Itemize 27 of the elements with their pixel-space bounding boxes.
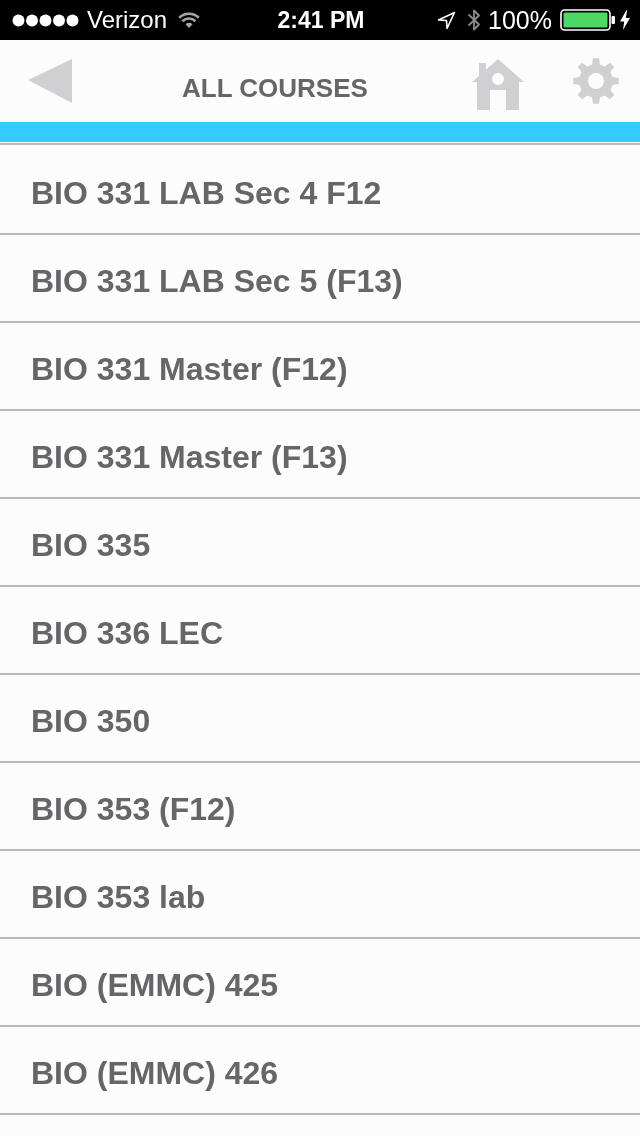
course-item[interactable]: BIO 331 Master (F12) [0, 323, 640, 411]
course-item[interactable]: BIO (EMMC) 426 [0, 1027, 640, 1115]
course-item[interactable]: BIO 331 Master (F13) [0, 411, 640, 499]
settings-button[interactable] [573, 58, 619, 104]
wifi-icon [178, 12, 201, 28]
page-title: ALL COURSES [182, 75, 368, 101]
course-item[interactable]: BIO 353 (F12) [0, 763, 640, 851]
settings-icon [573, 58, 619, 104]
course-item[interactable]: BIO 336 LEC [0, 587, 640, 675]
course-item[interactable]: BIO 335 [0, 499, 640, 587]
course-item[interactable]: BIO 331 LAB Sec 4 F12 [0, 147, 640, 235]
house-icon [472, 58, 524, 110]
home-button[interactable] [472, 58, 524, 110]
course-item[interactable]: BIO 353 lab [0, 851, 640, 939]
course-item[interactable]: BIO 331 LAB Sec 5 (F13) [0, 235, 640, 323]
location-arrow-icon [437, 10, 457, 30]
status-time: 2:41 PM [277, 8, 365, 32]
battery-percentage: 100% [488, 7, 552, 33]
carrier-name: Verizon [87, 8, 168, 32]
back-button[interactable] [28, 59, 72, 103]
left-triangle-icon [28, 59, 72, 103]
battery-icon [560, 9, 616, 31]
signal-icon [12, 13, 79, 27]
course-item[interactable]: BIO 350 [0, 675, 640, 763]
course-item[interactable]: BIO (EMMC) 425 [0, 939, 640, 1027]
bluetooth-icon [466, 8, 483, 32]
lightning-bolt-icon [620, 10, 630, 30]
